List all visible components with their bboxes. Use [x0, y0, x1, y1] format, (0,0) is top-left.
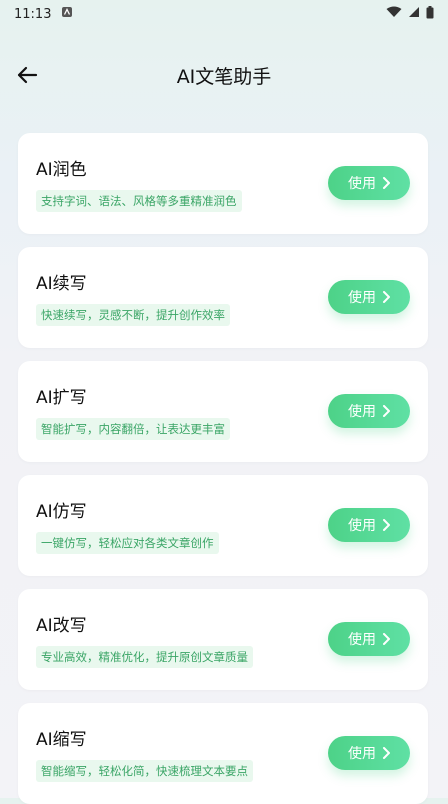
card-description: 快速续写，灵感不断，提升创作效率	[36, 304, 230, 326]
card-title: AI润色	[36, 160, 87, 180]
use-button-rewrite[interactable]: 使用	[328, 622, 410, 656]
card-title: AI缩写	[36, 730, 87, 750]
battery-icon	[426, 5, 434, 23]
card-title: AI仿写	[36, 502, 87, 522]
card-description: 支持字词、语法、风格等多重精准润色	[36, 190, 242, 212]
card-expand: AI扩写 智能扩写，内容翻倍，让表达更丰富 使用	[18, 361, 428, 462]
use-button-label: 使用	[348, 176, 376, 192]
chevron-right-icon	[383, 519, 390, 531]
card-description: 专业高效，精准优化，提升原创文章质量	[36, 646, 253, 668]
page-title: AI文笔助手	[176, 66, 272, 88]
use-button-imitate[interactable]: 使用	[328, 508, 410, 542]
card-rewrite: AI改写 专业高效，精准优化，提升原创文章质量 使用	[18, 589, 428, 690]
chevron-right-icon	[383, 291, 390, 303]
card-title: AI改写	[36, 616, 87, 636]
status-bar: 11:13	[0, 0, 448, 28]
use-button-polish[interactable]: 使用	[328, 166, 410, 200]
chevron-right-icon	[383, 405, 390, 417]
notification-icon	[61, 6, 73, 22]
use-button-expand[interactable]: 使用	[328, 394, 410, 428]
signal-icon	[408, 6, 420, 22]
card-description: 一键仿写，轻松应对各类文章创作	[36, 532, 219, 554]
card-continue: AI续写 快速续写，灵感不断，提升创作效率 使用	[18, 247, 428, 348]
use-button-label: 使用	[348, 746, 376, 762]
card-description: 智能扩写，内容翻倍，让表达更丰富	[36, 418, 230, 440]
app-bar: AI文笔助手	[0, 48, 448, 104]
use-button-label: 使用	[348, 290, 376, 306]
chevron-right-icon	[383, 747, 390, 759]
wifi-icon	[386, 6, 402, 22]
use-button-abbreviate[interactable]: 使用	[328, 736, 410, 770]
use-button-label: 使用	[348, 404, 376, 420]
use-button-label: 使用	[348, 518, 376, 534]
card-abbreviate: AI缩写 智能缩写，轻松化简，快速梳理文本要点 使用	[18, 703, 428, 804]
chevron-right-icon	[383, 633, 390, 645]
card-polish: AI润色 支持字词、语法、风格等多重精准润色 使用	[18, 133, 428, 234]
chevron-right-icon	[383, 177, 390, 189]
use-button-label: 使用	[348, 632, 376, 648]
use-button-continue[interactable]: 使用	[328, 280, 410, 314]
card-title: AI扩写	[36, 388, 87, 408]
status-time: 11:13	[14, 6, 52, 22]
card-title: AI续写	[36, 274, 87, 294]
card-imitate: AI仿写 一键仿写，轻松应对各类文章创作 使用	[18, 475, 428, 576]
card-description: 智能缩写，轻松化简，快速梳理文本要点	[36, 760, 253, 782]
